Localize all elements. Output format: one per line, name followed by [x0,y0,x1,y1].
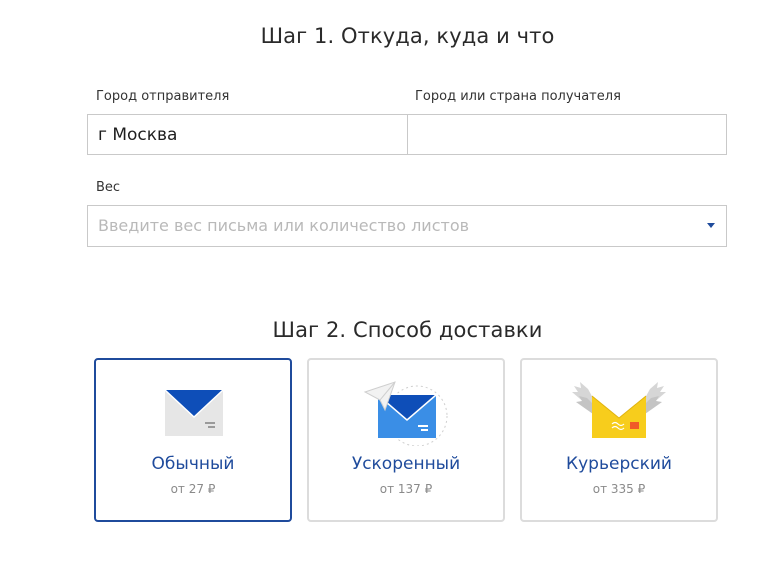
paper-plane-envelope-icon [363,381,448,446]
delivery-option-title: Курьерский [566,454,672,474]
delivery-option-express[interactable]: Ускоренный от 137 ₽ [307,358,505,522]
recipient-city-input[interactable] [407,114,727,155]
delivery-option-title: Ускоренный [351,454,461,474]
winged-envelope-icon [572,382,666,438]
delivery-option-price: от 27 ₽ [170,482,216,496]
sender-city-label: Город отправителя [96,89,230,104]
delivery-option-courier[interactable]: Курьерский от 335 ₽ [520,358,718,522]
delivery-option-price: от 137 ₽ [379,482,433,496]
chevron-down-icon[interactable] [707,223,715,228]
weight-select[interactable] [87,205,727,247]
delivery-option-regular[interactable]: Обычный от 27 ₽ [94,358,292,522]
step1-title: Шаг 1. Откуда, куда и что [260,24,555,48]
delivery-option-title: Обычный [151,454,235,474]
sender-city-input[interactable] [87,114,408,155]
delivery-calculator: Шаг 1. Откуда, куда и что Город отправит… [0,0,775,574]
delivery-option-price: от 335 ₽ [592,482,646,496]
step2-title: Шаг 2. Способ доставки [272,318,543,342]
recipient-city-label: Город или страна получателя [415,89,621,104]
weight-label: Вес [96,180,121,195]
envelope-icon [164,389,224,436]
